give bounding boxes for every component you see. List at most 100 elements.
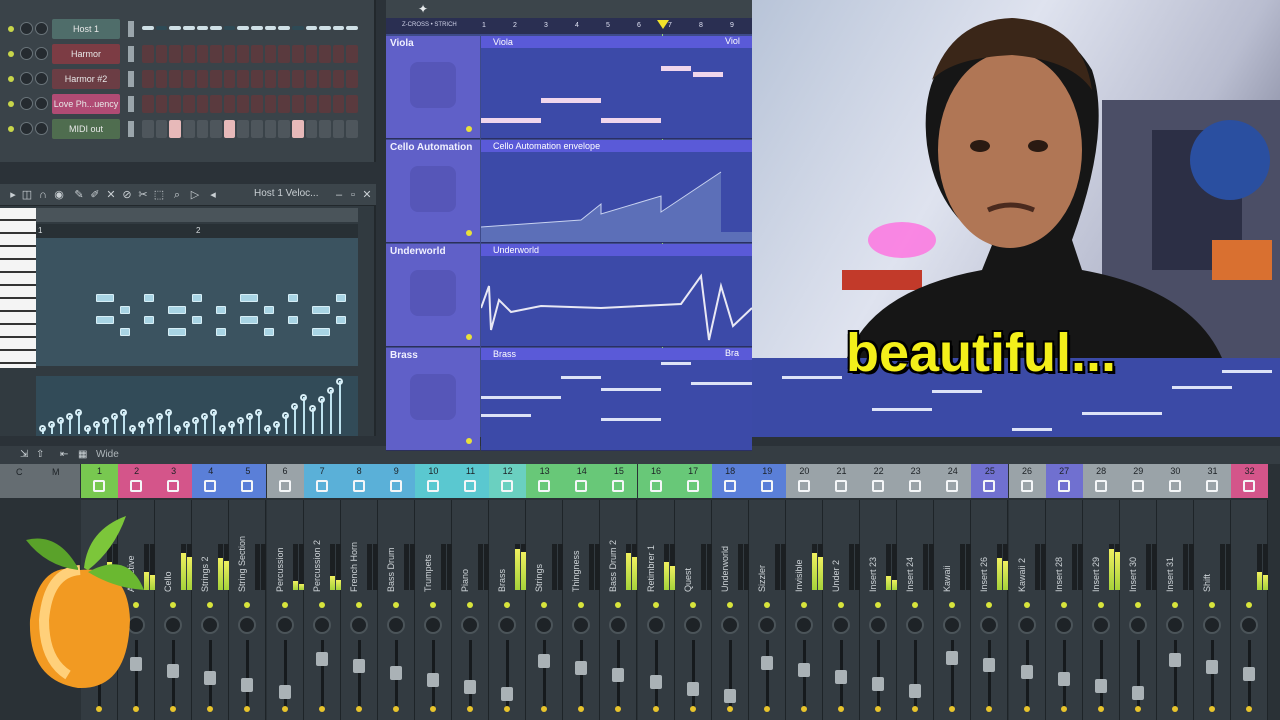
close-icon[interactable]: ✕ <box>360 188 374 202</box>
route-indicator[interactable] <box>652 706 659 712</box>
route-indicator[interactable] <box>578 706 585 712</box>
channel-name-button[interactable]: Harmor <box>52 44 120 64</box>
route-indicator[interactable] <box>986 706 993 712</box>
channel-name-button[interactable]: Host 1 <box>52 19 120 39</box>
step-pad[interactable] <box>264 70 277 88</box>
midi-note[interactable] <box>264 328 274 336</box>
step-pad[interactable] <box>305 26 318 30</box>
mixer-channel-strip[interactable]: Thingness <box>563 500 601 720</box>
midi-note[interactable] <box>312 328 330 336</box>
mixer-insert-tab[interactable]: 28 <box>1082 464 1120 498</box>
volume-fader[interactable] <box>1094 679 1107 693</box>
pan-knob[interactable] <box>201 616 220 634</box>
step-pad[interactable] <box>319 120 331 138</box>
velocity-handle[interactable] <box>291 403 298 410</box>
step-pad[interactable] <box>169 26 181 30</box>
channel-name-button[interactable]: Love Ph...uency <box>52 94 120 114</box>
mixer-insert-tab[interactable]: 11 <box>452 464 489 498</box>
step-pad[interactable] <box>278 95 290 113</box>
channel-led[interactable] <box>8 101 14 107</box>
insert-enable-led[interactable] <box>170 602 177 608</box>
step-pad[interactable] <box>155 45 168 63</box>
mixer-insert-tab[interactable]: 32 <box>1231 464 1269 498</box>
volume-fader[interactable] <box>241 678 254 692</box>
velocity-handle[interactable] <box>174 425 181 432</box>
insert-enable-led[interactable] <box>318 602 325 608</box>
mixer-up-icon[interactable]: ⇧ <box>36 449 44 460</box>
velocity-bar[interactable] <box>294 406 296 434</box>
playback-icon[interactable]: ▷ <box>188 188 202 202</box>
step-pad[interactable] <box>319 95 331 113</box>
mixer-channel-strip[interactable]: Insert 26 <box>971 500 1009 720</box>
channel-led[interactable] <box>8 26 14 32</box>
insert-enable-led[interactable] <box>1246 602 1253 608</box>
insert-enable-led[interactable] <box>912 602 919 608</box>
insert-enable-led[interactable] <box>244 602 251 608</box>
pan-knob[interactable] <box>535 616 554 634</box>
step-pad[interactable] <box>182 70 195 88</box>
zoom-icon[interactable]: ⌕ <box>170 188 184 202</box>
mixer-insert-tab[interactable]: 2 <box>118 464 156 498</box>
route-indicator[interactable] <box>1209 706 1215 712</box>
mixer-insert-tab[interactable]: 12 <box>489 464 527 498</box>
step-pad[interactable] <box>155 95 168 113</box>
velocity-handle[interactable] <box>282 412 289 419</box>
magnet-icon[interactable]: ∩ <box>36 188 50 202</box>
velocity-handle[interactable] <box>318 396 325 403</box>
volume-fader[interactable] <box>167 664 180 678</box>
step-pad[interactable] <box>278 70 290 88</box>
insert-enable-led[interactable] <box>207 602 214 608</box>
insert-enable-led[interactable] <box>800 602 807 608</box>
velocity-bar[interactable] <box>303 397 305 434</box>
volume-fader[interactable] <box>204 671 217 685</box>
route-indicator[interactable] <box>726 706 733 712</box>
playlist-clip[interactable]: Viola Viol <box>481 36 752 139</box>
route-indicator[interactable] <box>133 706 140 712</box>
velocity-handle[interactable] <box>111 413 118 420</box>
mixer-channel-strip[interactable]: Strings 2 <box>192 500 230 720</box>
piano-roll-grid[interactable] <box>36 238 358 366</box>
insert-enable-led[interactable] <box>652 602 659 608</box>
route-indicator[interactable] <box>800 706 807 712</box>
velocity-lane[interactable] <box>36 376 358 436</box>
mixer-channel-strip[interactable]: Insert 30 <box>1119 500 1157 720</box>
pan-knob[interactable] <box>572 616 591 634</box>
channel-led[interactable] <box>8 76 14 82</box>
mixer-menu-icon[interactable]: ⇲ <box>20 449 28 460</box>
pan-knob[interactable] <box>943 616 962 634</box>
velocity-handle[interactable] <box>39 425 46 432</box>
step-pad[interactable] <box>332 26 345 30</box>
route-indicator[interactable] <box>1171 706 1178 712</box>
insert-enable-led[interactable] <box>763 602 770 608</box>
pan-knob[interactable] <box>980 616 999 634</box>
track-led[interactable] <box>466 334 472 340</box>
mixer-layout-icon[interactable]: ⇤ <box>60 449 68 460</box>
channel-led[interactable] <box>8 126 14 132</box>
midi-note[interactable] <box>96 294 114 302</box>
insert-enable-led[interactable] <box>949 602 956 608</box>
volume-fader[interactable] <box>1206 660 1218 674</box>
insert-enable-led[interactable] <box>1097 602 1104 608</box>
volume-fader[interactable] <box>872 677 885 691</box>
step-pad[interactable] <box>142 95 154 113</box>
step-pad[interactable] <box>264 26 277 30</box>
pan-knob[interactable] <box>312 616 331 634</box>
track-header[interactable]: Cello Automation <box>386 140 480 243</box>
menu-arrow-icon[interactable]: ▸ <box>6 188 20 202</box>
route-indicator[interactable] <box>541 706 548 712</box>
volume-knob[interactable] <box>35 97 48 110</box>
pan-knob[interactable] <box>20 47 33 60</box>
route-indicator[interactable] <box>1060 706 1067 712</box>
insert-enable-led[interactable] <box>504 602 511 608</box>
mixer-channel-strip[interactable]: Strings <box>526 500 564 720</box>
insert-enable-led[interactable] <box>1060 602 1067 608</box>
velocity-handle[interactable] <box>138 421 145 428</box>
pan-knob[interactable] <box>1203 616 1221 634</box>
mixer-channel-strip[interactable]: Piano <box>452 500 489 720</box>
velocity-handle[interactable] <box>75 409 82 416</box>
route-indicator[interactable] <box>392 706 399 712</box>
mixer-channel-strip[interactable]: String Section <box>229 500 267 720</box>
step-pad[interactable] <box>196 70 209 88</box>
velocity-handle[interactable] <box>300 394 307 401</box>
channel-row[interactable]: MIDI out <box>0 118 376 140</box>
